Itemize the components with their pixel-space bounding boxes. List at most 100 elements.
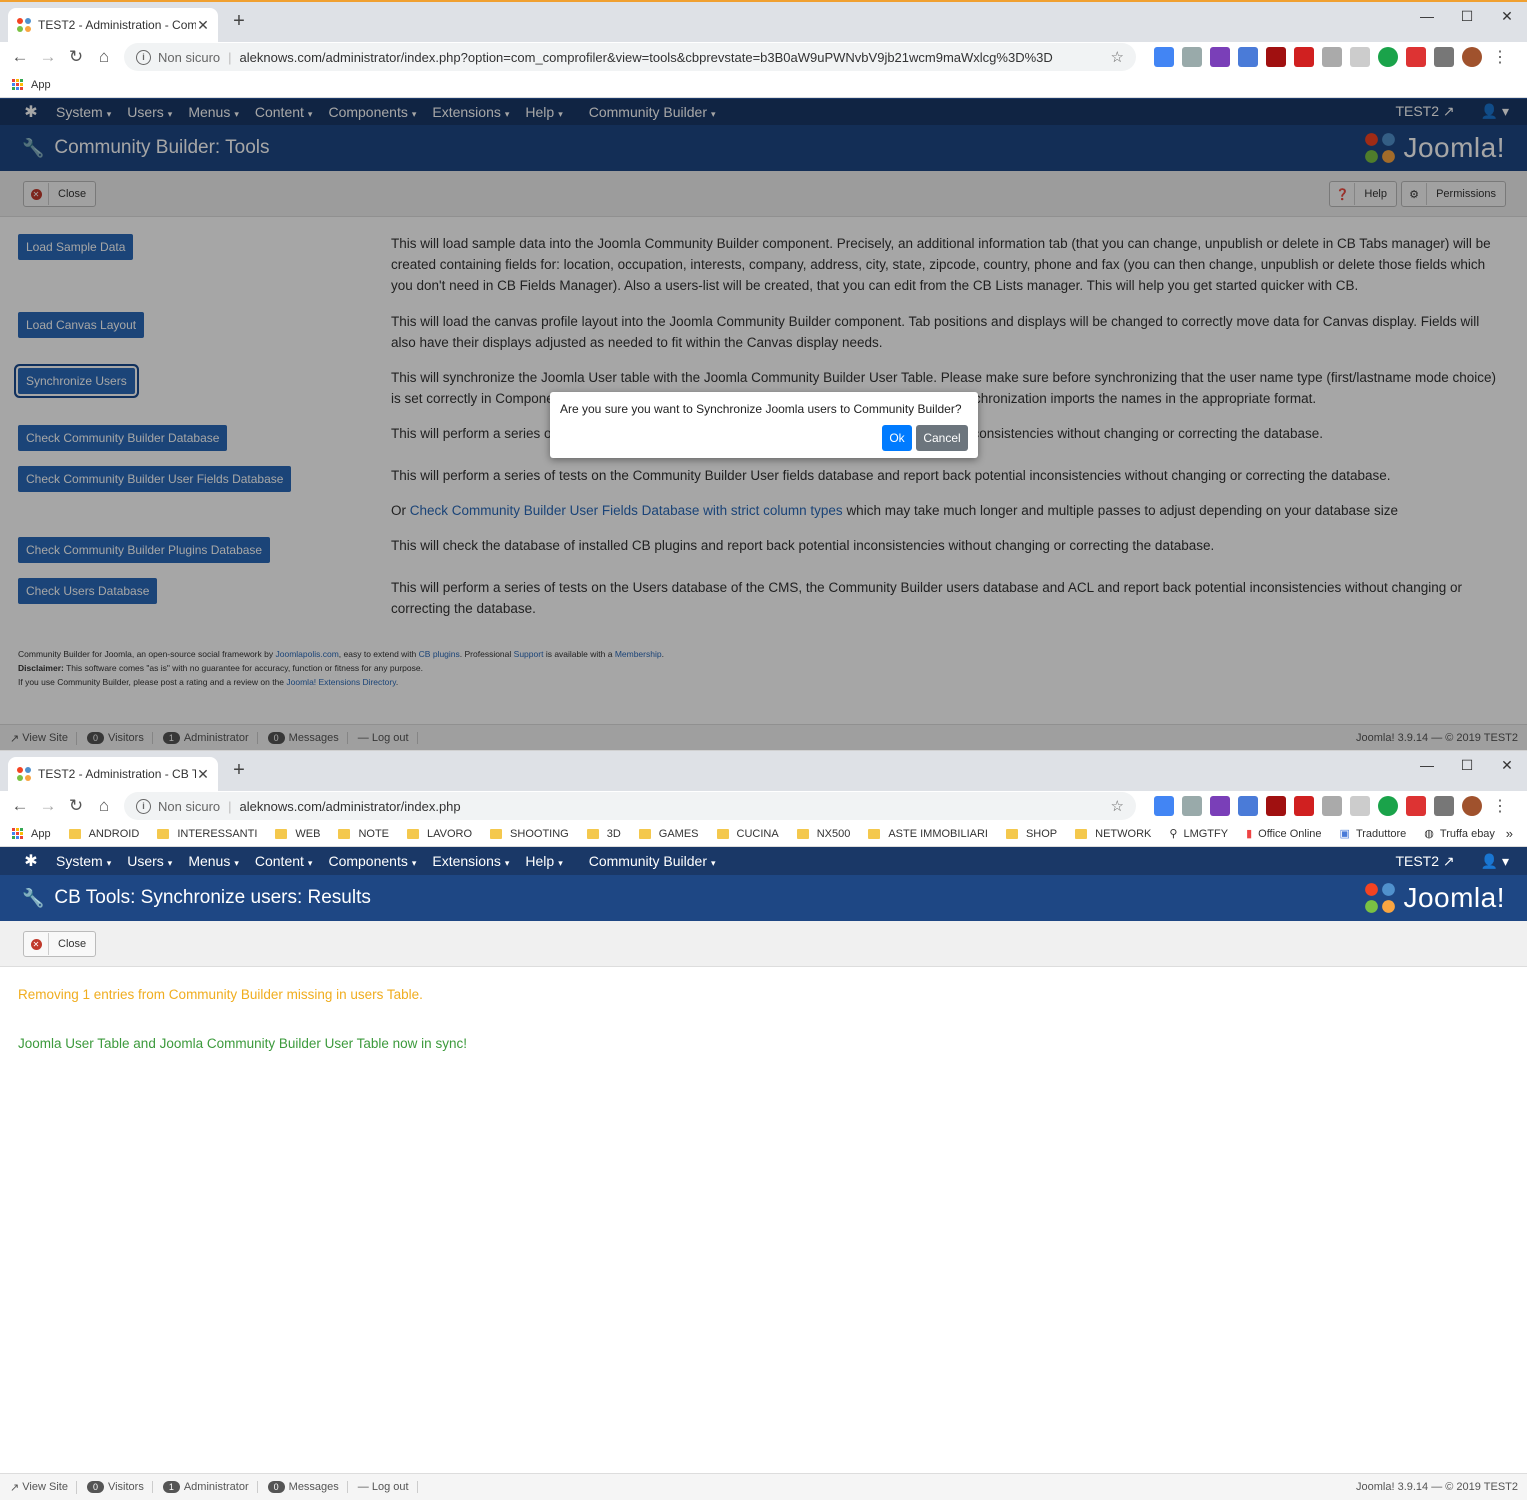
- address-bar[interactable]: i Non sicuro | aleknows.com/administrato…: [124, 792, 1136, 820]
- browser-tab[interactable]: TEST2 - Administration - Commu ✕: [8, 8, 218, 42]
- bookmark-folder[interactable]: ASTE IMMOBILIARI: [868, 828, 988, 840]
- external-link-icon: ↗: [10, 1481, 20, 1494]
- menu-components[interactable]: Components ▾: [328, 853, 416, 869]
- onenote-icon[interactable]: [1210, 796, 1230, 816]
- record-icon[interactable]: [1294, 796, 1314, 816]
- bookmark-translator[interactable]: ▣ Traduttore: [1340, 827, 1407, 841]
- close-button[interactable]: ✕ Close: [23, 931, 97, 957]
- extension-icon[interactable]: [1350, 796, 1370, 816]
- record-icon[interactable]: [1294, 47, 1314, 67]
- bookmark-folder[interactable]: INTERESSANTI: [157, 828, 257, 840]
- bookmark-folder[interactable]: CUCINA: [716, 828, 779, 840]
- folder-icon: [338, 828, 351, 839]
- menu-help[interactable]: Help ▾: [525, 853, 562, 869]
- maximize-icon[interactable]: ☐: [1447, 2, 1487, 30]
- visitors-link[interactable]: 0 Visitors: [86, 1481, 153, 1493]
- extension-icon[interactable]: [1350, 47, 1370, 67]
- bookmark-folder[interactable]: SHOP: [1005, 828, 1057, 840]
- ok-button[interactable]: Ok: [882, 425, 912, 451]
- browser-toolbar: ← → ↻ ⌂ i Non sicuro | aleknows.com/admi…: [0, 791, 1527, 821]
- bookmark-folder[interactable]: NOTE: [338, 828, 389, 840]
- back-icon[interactable]: ←: [6, 47, 34, 67]
- browser-window-2: TEST2 - Administration - CB Tool ✕ + — ☐…: [0, 750, 1527, 1500]
- menu-users[interactable]: Users ▾: [127, 853, 172, 869]
- bookmark-office[interactable]: ▮ Office Online: [1246, 827, 1321, 841]
- forward-icon[interactable]: →: [34, 47, 62, 67]
- more-bookmarks-icon[interactable]: »: [1506, 826, 1513, 841]
- bookmark-folder[interactable]: LAVORO: [407, 828, 472, 840]
- ublock-icon[interactable]: [1266, 796, 1286, 816]
- maximize-icon[interactable]: ☐: [1447, 751, 1487, 779]
- bookmark-star-icon[interactable]: ☆: [1111, 48, 1124, 66]
- playlist-icon[interactable]: [1434, 47, 1454, 67]
- home-icon[interactable]: ⌂: [90, 796, 118, 816]
- url-text[interactable]: aleknows.com/administrator/index.php: [240, 799, 1111, 814]
- status-dot-icon[interactable]: [1378, 796, 1398, 816]
- bookmark-folder[interactable]: ANDROID: [68, 828, 139, 840]
- bookmark-folder[interactable]: 3D: [586, 828, 621, 840]
- administrator-link[interactable]: 1 Administrator: [162, 1481, 258, 1493]
- back-icon[interactable]: ←: [6, 796, 34, 816]
- shield-icon[interactable]: [1322, 796, 1342, 816]
- close-window-icon[interactable]: ✕: [1487, 2, 1527, 30]
- logout-link[interactable]: — Log out: [358, 1481, 418, 1493]
- url-text[interactable]: aleknows.com/administrator/index.php?opt…: [240, 50, 1111, 65]
- info-icon[interactable]: i: [136, 798, 151, 814]
- bookmark-folder[interactable]: NETWORK: [1075, 828, 1151, 840]
- bookmark-truffa[interactable]: ◍ Truffa ebay: [1424, 827, 1495, 841]
- bookmark-folder[interactable]: SHOOTING: [490, 828, 569, 840]
- playlist-icon[interactable]: [1434, 796, 1454, 816]
- new-tab-button[interactable]: +: [228, 10, 250, 33]
- forward-icon[interactable]: →: [34, 796, 62, 816]
- messages-link[interactable]: 0 Messages: [267, 1481, 348, 1493]
- new-tab-button[interactable]: +: [228, 759, 250, 782]
- profile-avatar[interactable]: [1462, 796, 1482, 816]
- home-icon[interactable]: ⌂: [90, 47, 118, 67]
- browser-menu-icon[interactable]: ⋮: [1492, 47, 1508, 67]
- bookmark-apps[interactable]: App: [31, 828, 51, 840]
- bookmark-folder[interactable]: GAMES: [638, 828, 699, 840]
- info-icon[interactable]: i: [136, 49, 151, 65]
- shield-icon[interactable]: [1322, 47, 1342, 67]
- download-icon[interactable]: [1182, 47, 1202, 67]
- ublock-icon[interactable]: [1266, 47, 1286, 67]
- joomla-logo-icon[interactable]: ✱: [20, 851, 42, 871]
- translate-icon[interactable]: [1238, 47, 1258, 67]
- extension-icon[interactable]: [1154, 796, 1174, 816]
- minimize-icon[interactable]: —: [1407, 2, 1447, 30]
- cancel-button[interactable]: Cancel: [916, 425, 968, 451]
- browser-tab[interactable]: TEST2 - Administration - CB Tool ✕: [8, 757, 218, 791]
- folder-icon: [157, 828, 170, 839]
- bookmark-star-icon[interactable]: ☆: [1111, 797, 1124, 815]
- close-tab-icon[interactable]: ✕: [196, 17, 210, 34]
- bookmark-folder[interactable]: WEB: [275, 828, 320, 840]
- browser-menu-icon[interactable]: ⋮: [1492, 796, 1508, 816]
- off-badge-icon[interactable]: [1406, 796, 1426, 816]
- address-bar[interactable]: i Non sicuro | aleknows.com/administrato…: [124, 43, 1136, 71]
- menu-community-builder[interactable]: Community Builder ▾: [589, 853, 716, 869]
- extension-icons: [1154, 796, 1482, 816]
- extension-icon[interactable]: [1154, 47, 1174, 67]
- profile-avatar[interactable]: [1462, 47, 1482, 67]
- menu-extensions[interactable]: Extensions ▾: [432, 853, 509, 869]
- status-dot-icon[interactable]: [1378, 47, 1398, 67]
- close-window-icon[interactable]: ✕: [1487, 751, 1527, 779]
- translate-icon[interactable]: [1238, 796, 1258, 816]
- bookmark-folder[interactable]: NX500: [796, 828, 850, 840]
- user-menu-icon[interactable]: 👤 ▾: [1481, 853, 1509, 870]
- off-badge-icon[interactable]: [1406, 47, 1426, 67]
- minimize-icon[interactable]: —: [1407, 751, 1447, 779]
- reload-icon[interactable]: ↻: [62, 47, 90, 67]
- separator: |: [228, 798, 232, 814]
- menu-menus[interactable]: Menus ▾: [188, 853, 239, 869]
- bookmark-apps[interactable]: App: [31, 79, 51, 91]
- menu-system[interactable]: System ▾: [56, 853, 111, 869]
- site-link[interactable]: TEST2 ↗: [1395, 853, 1454, 870]
- close-tab-icon[interactable]: ✕: [196, 766, 210, 783]
- download-icon[interactable]: [1182, 796, 1202, 816]
- view-site-link[interactable]: ↗ View Site: [10, 1480, 77, 1494]
- reload-icon[interactable]: ↻: [62, 796, 90, 816]
- bookmark-lmgtfy[interactable]: ⚲ LMGTFY: [1169, 827, 1228, 841]
- menu-content[interactable]: Content ▾: [255, 853, 313, 869]
- onenote-icon[interactable]: [1210, 47, 1230, 67]
